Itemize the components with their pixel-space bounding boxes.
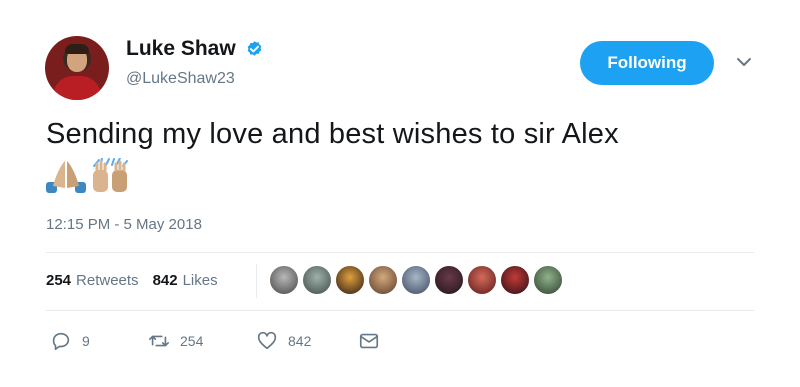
retweets-count: 254	[46, 272, 72, 289]
verified-badge-icon	[247, 41, 262, 56]
heart-icon	[257, 331, 277, 350]
retweet-count: 254	[180, 333, 204, 349]
liker-avatar[interactable]	[367, 264, 399, 296]
stats-separator	[256, 264, 257, 298]
reply-icon	[52, 332, 70, 351]
avatar-shirt	[53, 76, 101, 100]
liker-avatar[interactable]	[532, 264, 564, 296]
liker-avatar[interactable]	[433, 264, 465, 296]
author-handle[interactable]: @LukeShaw23	[126, 70, 235, 88]
tweet-timestamp[interactable]: 12:15 PM - 5 May 2018	[46, 216, 202, 233]
like-count: 842	[288, 333, 312, 349]
tweet-actions: 9 254 842	[50, 330, 380, 352]
following-button[interactable]: Following	[580, 41, 714, 85]
folded-hands-emoji-icon	[46, 161, 86, 193]
likes-label: Likes	[182, 272, 218, 289]
liker-avatar[interactable]	[466, 264, 498, 296]
liker-avatar[interactable]	[301, 264, 333, 296]
tweet-text: Sending my love and best wishes to sir A…	[46, 118, 619, 150]
like-action[interactable]: 842	[256, 330, 358, 352]
retweet-icon	[149, 335, 169, 347]
author-avatar[interactable]	[45, 36, 109, 100]
likes-count: 842	[152, 272, 178, 289]
liker-avatar[interactable]	[334, 264, 366, 296]
reply-action[interactable]: 9	[50, 330, 148, 352]
divider	[46, 252, 754, 253]
retweets-label: Retweets	[76, 272, 139, 289]
raising-hands-emoji-icon	[93, 158, 128, 192]
liker-avatar[interactable]	[268, 264, 300, 296]
likes-stat[interactable]: 842 Likes	[153, 272, 218, 289]
retweets-stat[interactable]: 254 Retweets	[46, 272, 139, 289]
liker-avatar[interactable]	[499, 264, 531, 296]
tweet-emojis	[46, 158, 130, 194]
author-name[interactable]: Luke Shaw	[126, 37, 236, 61]
tweet-stats: 254 Retweets 842 Likes	[46, 272, 218, 289]
avatar-hair	[65, 44, 89, 54]
liker-avatars	[268, 264, 565, 296]
retweet-action[interactable]: 254	[148, 330, 256, 352]
reply-count: 9	[82, 333, 90, 349]
chevron-down-icon[interactable]	[735, 56, 753, 68]
liker-avatar[interactable]	[400, 264, 432, 296]
envelope-icon	[359, 333, 379, 349]
direct-message-action[interactable]	[358, 330, 380, 352]
divider	[46, 310, 754, 311]
